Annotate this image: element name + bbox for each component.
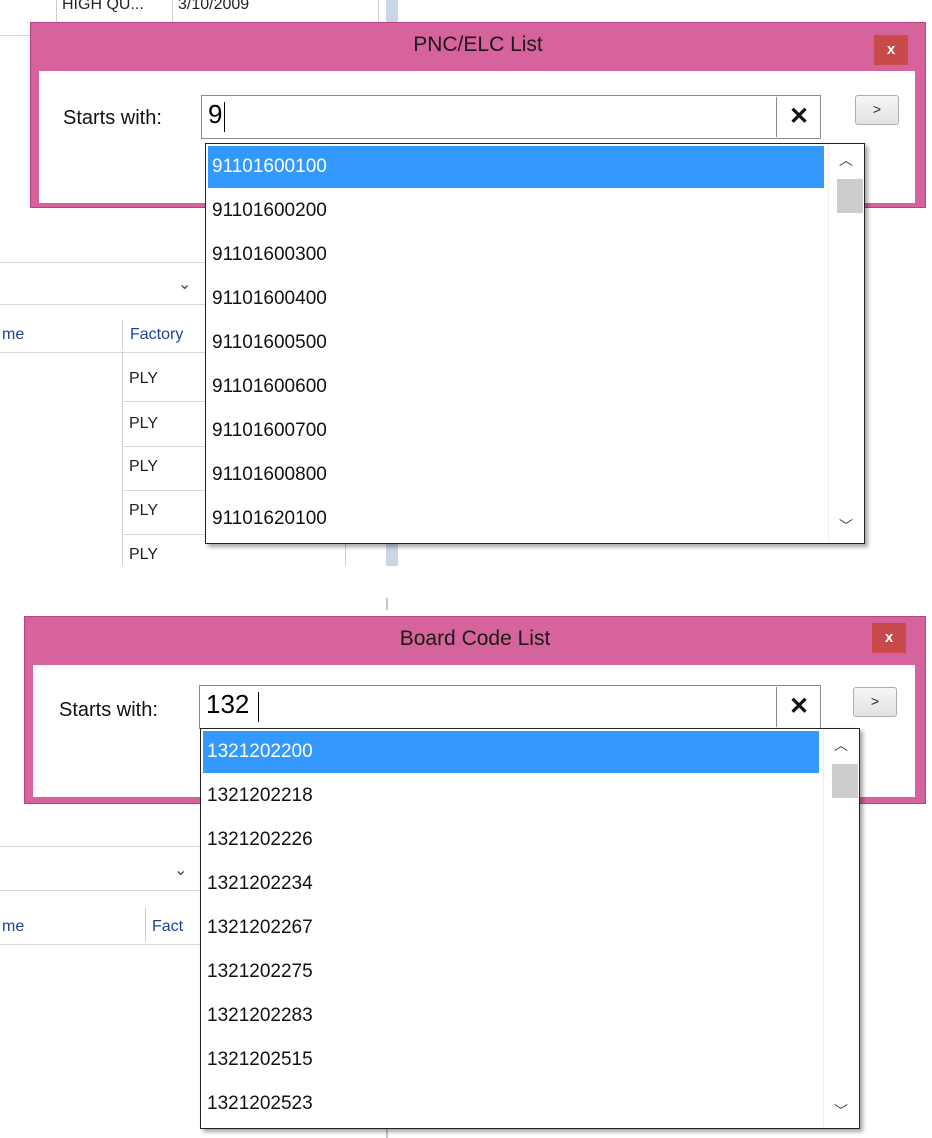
scrollbar-thumb[interactable] xyxy=(837,179,863,213)
grid-divider xyxy=(56,0,57,22)
grid-line xyxy=(0,352,205,353)
starts-with-label: Starts with: xyxy=(59,699,158,721)
search-input-value: 132 xyxy=(206,689,250,719)
list-item[interactable]: 91101600800 xyxy=(208,454,824,496)
search-input[interactable]: 132 ✕ xyxy=(199,685,821,729)
scroll-up-icon[interactable]: ︿ xyxy=(829,145,863,175)
list-item[interactable]: 1321202226 xyxy=(203,819,819,861)
list-item[interactable]: 1321202200 xyxy=(203,731,819,773)
grid-divider xyxy=(145,908,146,942)
splitter-bar xyxy=(386,598,388,610)
grid-divider xyxy=(172,0,173,22)
grid-line xyxy=(122,401,205,402)
pnc-elc-suggestion-list[interactable]: 91101600100 91101600200 91101600300 9110… xyxy=(205,143,865,544)
top-screenshot-panel: HIGH QU... 3/10/2009 ⌄ me Factory PLY PL… xyxy=(0,0,932,566)
grid-line xyxy=(0,846,200,847)
scroll-down-icon[interactable]: ﹀ xyxy=(829,511,863,541)
dialog-title: PNC/ELC List xyxy=(413,33,543,56)
grid-line xyxy=(0,890,200,891)
scroll-down-icon[interactable]: ﹀ xyxy=(824,1096,858,1126)
combo-dropdown-icon[interactable]: ⌄ xyxy=(174,860,187,880)
grid-line xyxy=(122,490,205,491)
text-caret xyxy=(258,692,259,722)
board-code-suggestion-list[interactable]: 1321202200 1321202218 1321202226 1321202… xyxy=(200,728,860,1129)
list-item[interactable]: 91101600600 xyxy=(208,366,824,408)
dialog-title: Board Code List xyxy=(399,627,551,650)
list-item[interactable]: 1321202283 xyxy=(203,995,819,1037)
grid-line xyxy=(0,304,205,305)
grid-line xyxy=(0,35,30,36)
list-item[interactable]: 91101600400 xyxy=(208,278,824,320)
list-item[interactable]: 1321202234 xyxy=(203,863,819,905)
factory-cell: PLY xyxy=(129,415,159,432)
factory-cell: PLY xyxy=(129,502,159,519)
scrollbar-thumb[interactable] xyxy=(832,764,858,798)
list-item[interactable]: 91101600100 xyxy=(208,146,824,188)
scroll-up-icon[interactable]: ︿ xyxy=(824,730,858,760)
list-item[interactable]: 1321202218 xyxy=(203,775,819,817)
starts-with-label: Starts with: xyxy=(63,107,162,129)
list-item[interactable]: 91101620100 xyxy=(208,498,824,540)
list-item[interactable]: 91101600200 xyxy=(208,190,824,232)
column-header-name[interactable]: me xyxy=(2,918,24,936)
go-button[interactable]: > xyxy=(855,95,899,125)
search-input-value: 9 xyxy=(208,99,223,129)
search-input[interactable]: 9 ✕ xyxy=(201,95,821,139)
list-item[interactable]: 1321202523 xyxy=(203,1083,819,1125)
grid-line xyxy=(0,262,205,263)
column-header-factory[interactable]: Factory xyxy=(130,326,183,344)
background-cell: 3/10/2009 xyxy=(178,0,250,13)
factory-cell: PLY xyxy=(129,370,159,387)
close-button[interactable]: x xyxy=(872,623,906,653)
list-item[interactable]: 91101600500 xyxy=(208,322,824,364)
column-header-name[interactable]: me xyxy=(2,326,24,344)
list-item[interactable]: 1321202515 xyxy=(203,1039,819,1081)
grid-line xyxy=(0,944,200,945)
grid-line xyxy=(122,446,205,447)
background-cell: HIGH QU... xyxy=(62,0,144,13)
vertical-scrollbar[interactable]: ︿ ﹀ xyxy=(828,145,863,542)
list-item[interactable]: 1321202267 xyxy=(203,907,819,949)
combo-dropdown-icon[interactable]: ⌄ xyxy=(178,274,191,294)
vertical-scrollbar[interactable]: ︿ ﹀ xyxy=(823,730,858,1127)
factory-cell: PLY xyxy=(129,546,159,563)
grid-divider xyxy=(122,320,123,350)
list-item[interactable]: 91101600700 xyxy=(208,410,824,452)
list-item[interactable]: 91101600300 xyxy=(208,234,824,276)
close-button[interactable]: x xyxy=(874,35,908,65)
text-caret xyxy=(224,102,225,132)
factory-cell: PLY xyxy=(129,458,159,475)
clear-search-icon[interactable]: ✕ xyxy=(776,687,821,727)
column-header-factory[interactable]: Fact xyxy=(152,918,183,936)
list-item[interactable]: 1321202275 xyxy=(203,951,819,993)
clear-search-icon[interactable]: ✕ xyxy=(776,97,821,137)
bottom-screenshot-panel: ⌄ me Fact Board Code List x Starts with:… xyxy=(0,598,932,1138)
go-button[interactable]: > xyxy=(853,687,897,717)
grid-line xyxy=(122,534,205,535)
